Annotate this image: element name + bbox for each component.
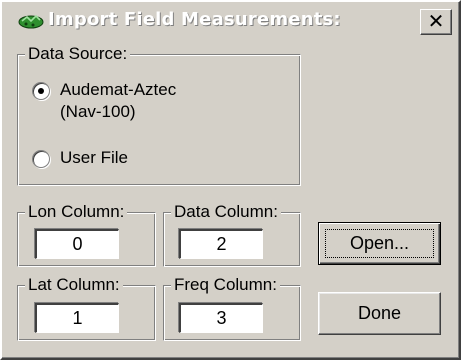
lon-column-input[interactable] [35, 229, 119, 259]
option-audemat-line2: (Nav-100) [60, 102, 136, 121]
dialog-title: Import Field Measurements: [48, 9, 341, 30]
radio-user-file[interactable]: User File [32, 147, 128, 169]
radio-label-audemat[interactable]: Audemat-Aztec (Nav-100) [60, 79, 176, 123]
data-column-input[interactable] [179, 229, 263, 259]
lon-column-group: Lon Column: [17, 202, 156, 267]
lat-column-group: Lat Column: [17, 275, 156, 341]
focus-rectangle [325, 229, 434, 258]
lat-column-label: Lat Column: [25, 275, 123, 295]
import-field-measurements-dialog: Import Field Measurements: ✕ Data Source… [0, 0, 461, 360]
data-source-group: Data Source: Audemat-Aztec (Nav-100) Use… [17, 44, 301, 186]
freq-column-label: Freq Column: [171, 275, 280, 295]
done-button-label: Done [357, 303, 402, 323]
radio-button-checked[interactable] [32, 82, 50, 100]
title-bar[interactable]: Import Field Measurements: ✕ [6, 6, 455, 36]
close-icon: ✕ [427, 9, 445, 33]
data-column-label: Data Column: [171, 202, 281, 222]
data-source-legend: Data Source: [25, 44, 131, 64]
freq-column-input[interactable] [179, 303, 263, 333]
radio-label-user-file[interactable]: User File [60, 147, 128, 169]
done-button[interactable]: Done [318, 292, 441, 335]
freq-column-group: Freq Column: [163, 275, 301, 341]
close-button[interactable]: ✕ [420, 9, 452, 35]
radio-button-unchecked[interactable] [32, 150, 50, 168]
data-column-group: Data Column: [163, 202, 301, 267]
radio-audemat-aztec[interactable]: Audemat-Aztec (Nav-100) [32, 79, 176, 123]
lon-column-label: Lon Column: [25, 202, 128, 222]
open-button[interactable]: Open... [318, 222, 441, 265]
import-icon [18, 12, 44, 30]
lat-column-input[interactable] [35, 303, 119, 333]
option-audemat-line1: Audemat-Aztec [60, 80, 177, 99]
